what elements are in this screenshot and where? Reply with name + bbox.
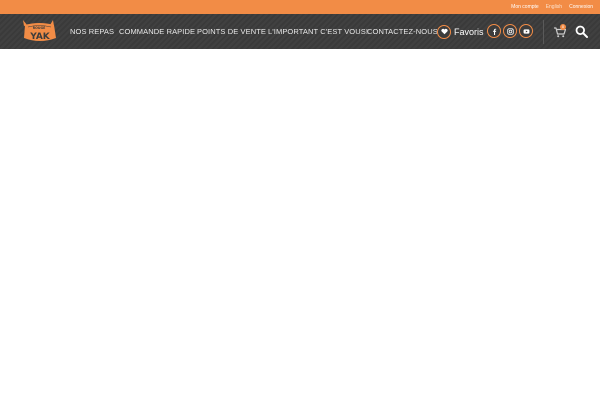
menu-item-important-cest-vous[interactable]: L'IMPORTANT C'EST VOUS! bbox=[268, 27, 368, 36]
language-link[interactable]: English bbox=[546, 3, 562, 11]
my-account-link[interactable]: Mon compte bbox=[511, 3, 539, 11]
login-link[interactable]: Connexion bbox=[569, 3, 593, 11]
heart-icon bbox=[437, 24, 451, 39]
favorites-label: Favoris bbox=[454, 26, 484, 37]
menu-item-points-de-vente[interactable]: POINTS DE VENTE bbox=[197, 27, 266, 36]
menu-item-nos-repas[interactable]: NOS REPAS bbox=[70, 27, 114, 36]
logo-top-text: ROUGE bbox=[33, 26, 46, 30]
cart-count-badge: 0 bbox=[560, 24, 566, 30]
logo[interactable]: ROUGE YAK bbox=[20, 18, 60, 45]
logo-main-text: YAK bbox=[29, 32, 51, 42]
header-divider bbox=[543, 20, 544, 44]
instagram-icon[interactable] bbox=[503, 24, 517, 38]
top-utility-bar: Mon compte English Connexion bbox=[0, 0, 600, 14]
search-icon[interactable] bbox=[575, 25, 588, 38]
top-links: Mon compte English Connexion bbox=[511, 3, 593, 11]
menu-item-commande-rapide[interactable]: COMMANDE RAPIDE bbox=[119, 27, 195, 36]
main-navbar: ROUGE YAK NOS REPAS COMMANDE RAPIDE POIN… bbox=[0, 14, 600, 49]
menu-item-contactez-nous[interactable]: CONTACTEZ-NOUS bbox=[367, 27, 438, 36]
favorites-button[interactable]: Favoris bbox=[437, 24, 484, 39]
facebook-icon[interactable] bbox=[487, 24, 501, 38]
youtube-icon[interactable] bbox=[519, 24, 533, 38]
